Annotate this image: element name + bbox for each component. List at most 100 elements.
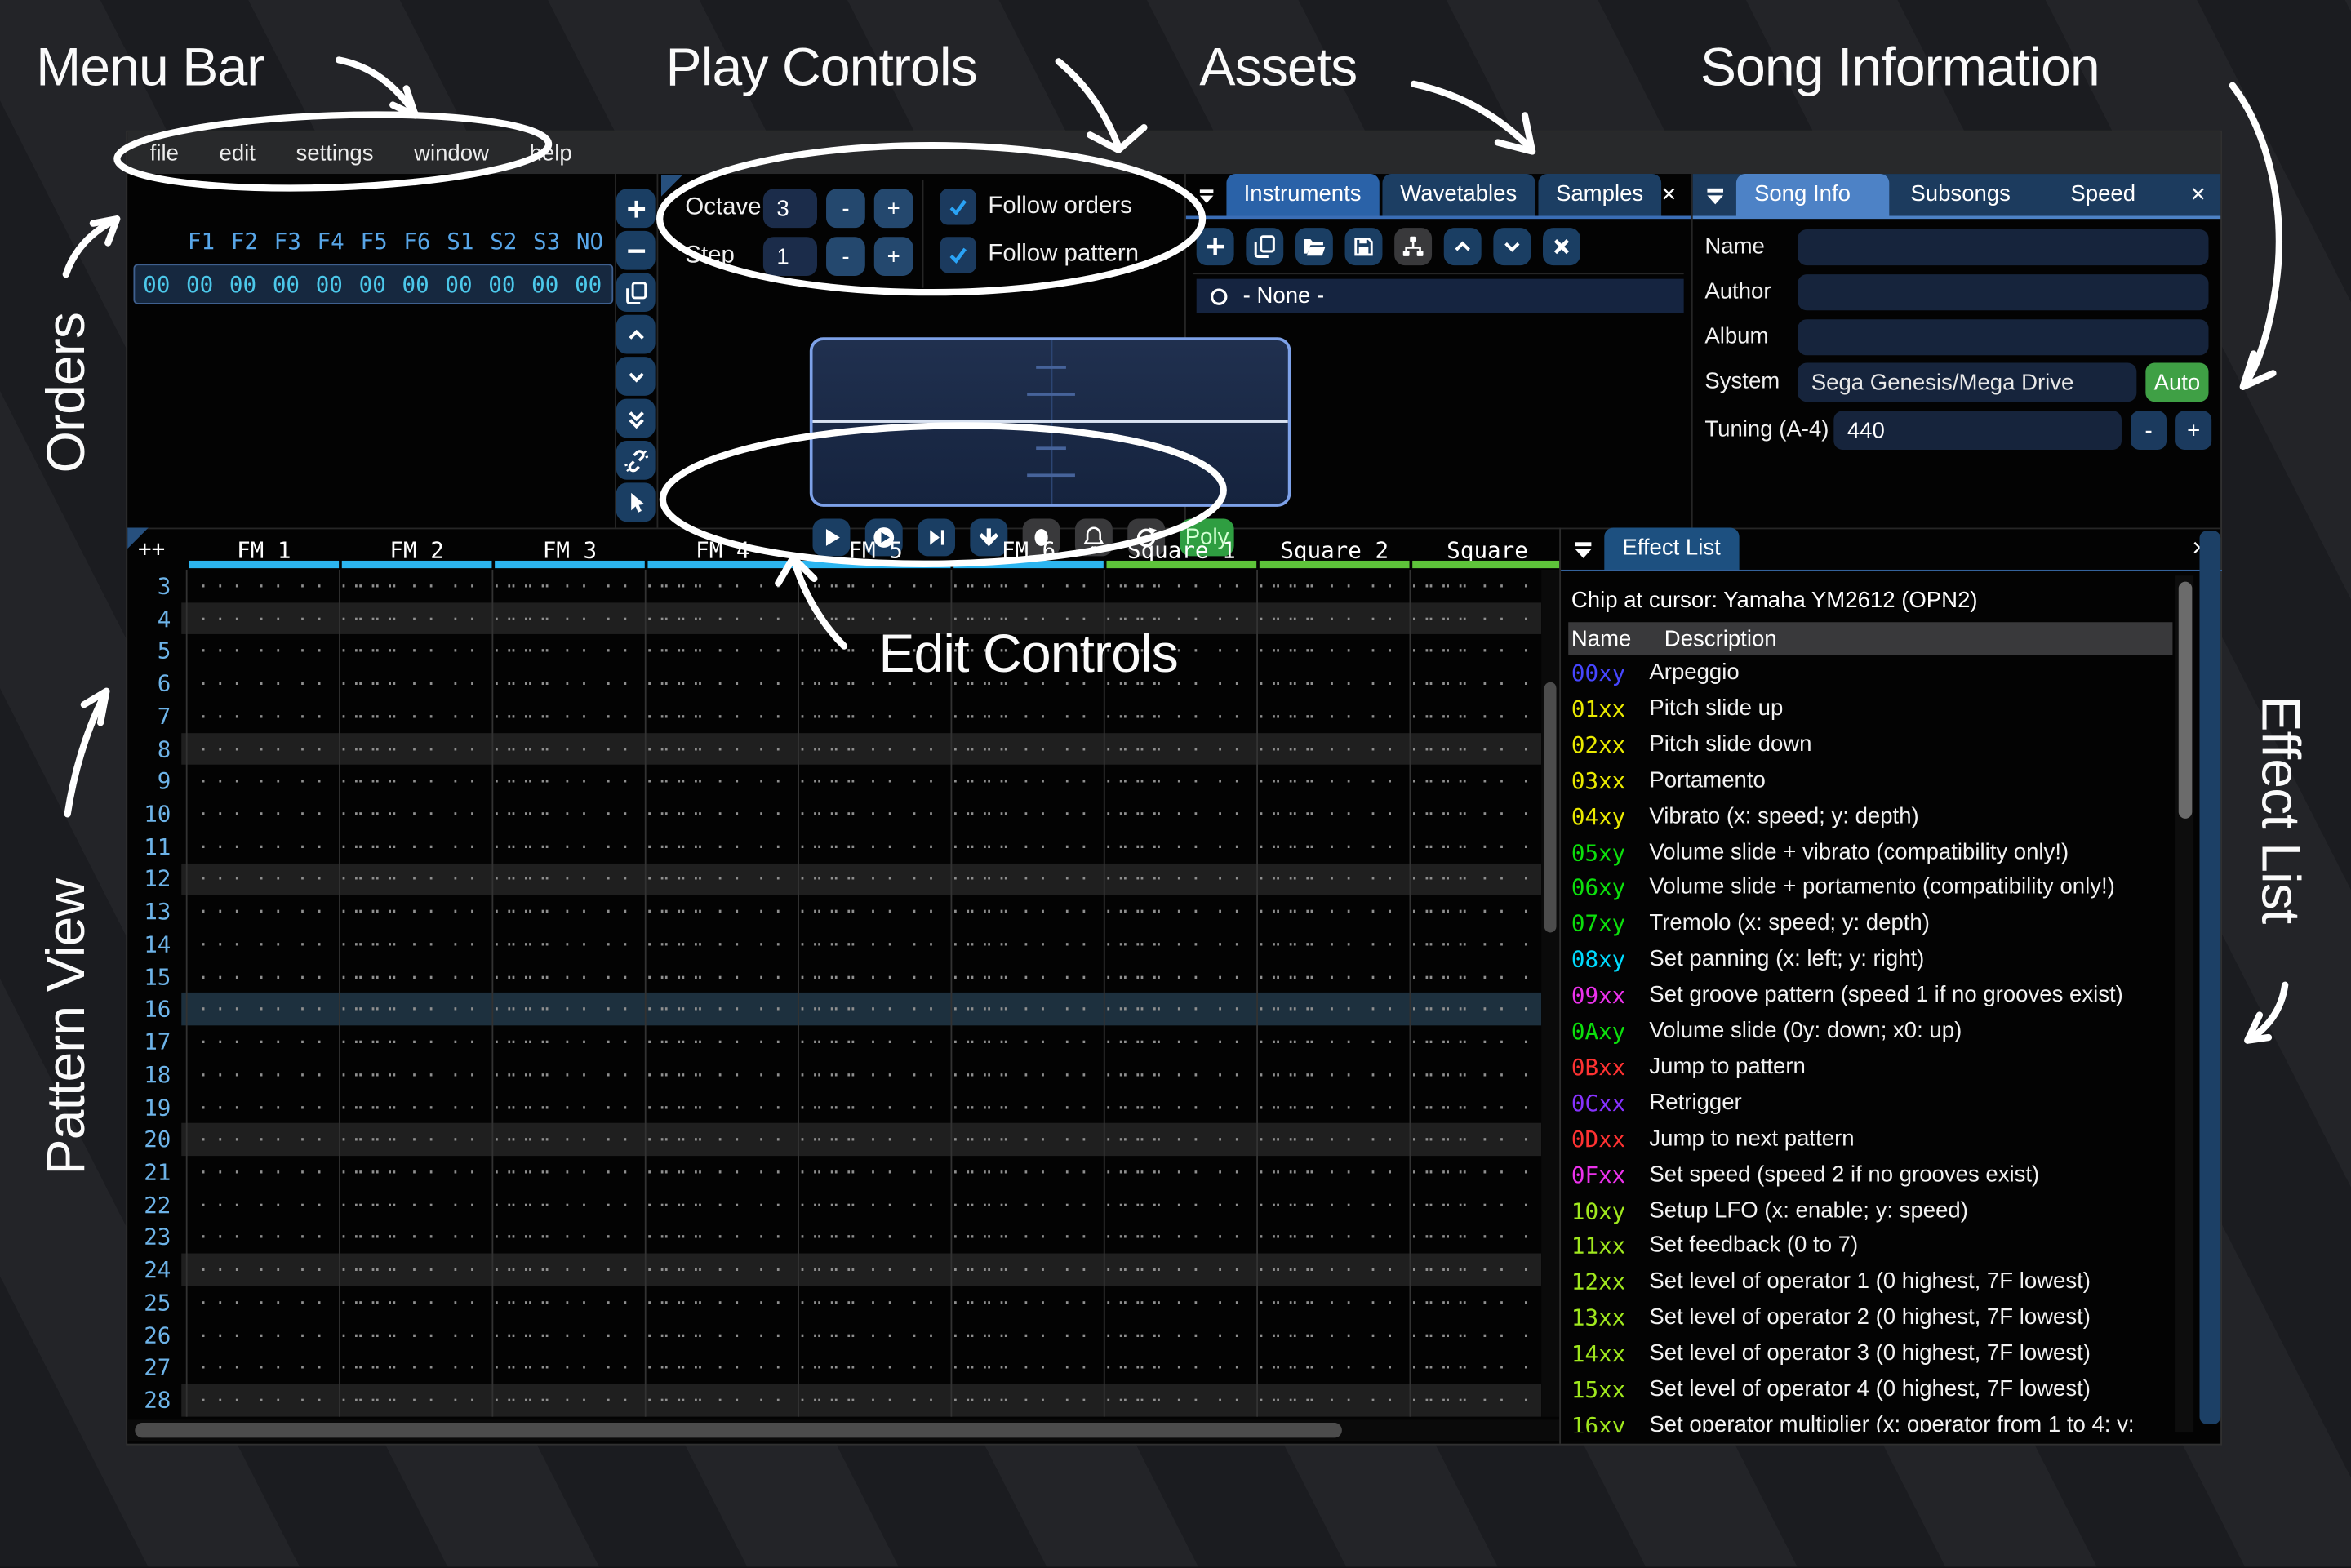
effect-entry[interactable]: 02xxPitch slide down [1571,731,1812,758]
pattern-cell[interactable]: ··········· [1258,570,1411,602]
pattern-cell[interactable]: ··········· [1411,668,1541,700]
pattern-cell[interactable]: ··········· [340,1352,493,1384]
orders-cell[interactable]: 00 [264,271,308,298]
pattern-cell[interactable]: ··········· [188,1254,340,1286]
effect-entry[interactable]: 08xySet panning (x: left; y: right) [1571,946,1924,973]
pattern-cell[interactable]: ··········· [799,570,952,602]
pattern-cell[interactable]: ··········· [188,863,340,895]
save-button[interactable] [1345,228,1383,265]
pattern-cell[interactable]: ··········· [493,1188,646,1221]
add-button[interactable] [1197,228,1234,265]
pattern-cell[interactable]: ··········· [647,570,799,602]
pattern-cell[interactable]: ··········· [493,700,646,733]
pattern-cell[interactable]: ··········· [493,961,646,993]
pattern-cell[interactable]: ··········· [188,1091,340,1124]
effect-entry[interactable]: 0AxyVolume slide (0y: down; x0: up) [1571,1018,1962,1045]
pattern-cell[interactable]: ··········· [340,1286,493,1319]
orders-cell[interactable]: 00 [438,271,481,298]
pattern-cell[interactable]: ··········· [1411,1286,1541,1319]
effect-entry[interactable]: 07xyTremolo (x: speed; y: depth) [1571,910,1930,937]
pattern-cell[interactable]: ··········· [493,1221,646,1254]
pattern-cell[interactable]: ··········· [340,895,493,928]
window-menu-icon[interactable] [1704,184,1727,208]
orders-cell[interactable]: 00 [567,271,610,298]
effect-entry[interactable]: 12xxSet level of operator 1 (0 highest, … [1571,1268,2091,1295]
pattern-cell[interactable]: ··········· [493,895,646,928]
pattern-cell[interactable]: ··········· [188,993,340,1026]
effect-entry[interactable]: 06xyVolume slide + portamento (compatibi… [1571,875,2115,902]
move-down-button[interactable] [1493,228,1531,265]
pattern-cell[interactable]: ··········· [1105,1254,1258,1286]
pattern-cell[interactable]: ··········· [188,1059,340,1091]
pattern-cell[interactable]: ··········· [952,1254,1104,1286]
pattern-cell[interactable]: ··········· [188,797,340,830]
pattern-cell[interactable]: ··········· [1105,1286,1258,1319]
pattern-cell[interactable]: ··········· [1258,1156,1411,1188]
pattern-cell[interactable]: ··········· [799,1319,952,1352]
octave-value[interactable]: 3 [763,189,817,228]
pattern-cell[interactable]: ··········· [340,1156,493,1188]
expand-channels-button[interactable]: ++ [138,535,165,562]
pattern-cell[interactable]: ··········· [952,895,1104,928]
pattern-cell[interactable]: ··········· [647,635,799,668]
pattern-cell[interactable]: ··········· [1258,1352,1411,1384]
pattern-cell[interactable]: ··········· [647,1221,799,1254]
effect-entry[interactable]: 0FxxSet speed (speed 2 if no grooves exi… [1571,1162,2039,1188]
close-icon[interactable]: × [1661,180,1676,210]
pattern-cell[interactable]: ··········· [647,1286,799,1319]
pattern-cell[interactable]: ··········· [340,863,493,895]
pattern-cell[interactable]: ··········· [647,830,799,863]
pattern-cell[interactable]: ··········· [799,1384,952,1417]
pattern-cell[interactable]: ··········· [952,928,1104,961]
channel-volume-bar[interactable] [801,561,951,568]
pattern-cell[interactable]: ··········· [1411,1026,1541,1059]
pattern-cell[interactable]: ··········· [188,1352,340,1384]
pattern-cell[interactable]: ··········· [647,1059,799,1091]
pattern-cell[interactable]: ··········· [1258,602,1411,635]
pattern-cell[interactable]: ··········· [1411,1384,1541,1417]
pattern-cell[interactable]: ··········· [493,830,646,863]
pattern-cell[interactable]: ··········· [1105,1059,1258,1091]
pattern-cell[interactable]: ··········· [1411,1254,1541,1286]
pattern-cell[interactable]: ··········· [799,733,952,766]
pattern-cell[interactable]: ··········· [647,1319,799,1352]
channel-header-fm-5[interactable]: FM 5 [799,537,952,564]
pattern-cell[interactable]: ··········· [952,1188,1104,1221]
pattern-cell[interactable]: ··········· [647,863,799,895]
close-icon[interactable]: × [2191,180,2206,210]
pattern-cell[interactable]: ··········· [340,1254,493,1286]
menu-item-settings[interactable]: settings [296,140,374,166]
pattern-cell[interactable]: ··········· [799,1352,952,1384]
auto-system-button[interactable]: Auto [2145,362,2208,402]
pattern-cell[interactable]: ··········· [1258,928,1411,961]
pattern-cell[interactable]: ··········· [340,1123,493,1156]
pattern-cell[interactable]: ··········· [952,961,1104,993]
pattern-cell[interactable]: ··········· [1258,635,1411,668]
pattern-cell[interactable]: ··········· [188,765,340,797]
pattern-cell[interactable]: ··········· [340,1221,493,1254]
pattern-cell[interactable]: ··········· [647,993,799,1026]
channel-header-fm-1[interactable]: FM 1 [188,537,340,564]
channel-header-square-2[interactable]: Square 2 [1258,537,1411,564]
pattern-cell[interactable]: ··········· [1411,1319,1541,1352]
orders-channel-header[interactable]: S3 [525,228,568,258]
pattern-cell[interactable]: ··········· [1411,797,1541,830]
pattern-cell[interactable]: ··········· [952,1091,1104,1124]
effect-entry[interactable]: 0CxxRetrigger [1571,1090,1742,1117]
pattern-cell[interactable]: ··········· [1258,668,1411,700]
tab-samples[interactable]: Samples [1538,174,1661,215]
pattern-cell[interactable]: ··········· [1258,1384,1411,1417]
pattern-cell[interactable]: ··········· [493,570,646,602]
pattern-cell[interactable]: ··········· [1411,602,1541,635]
pattern-cell[interactable]: ··········· [647,602,799,635]
pattern-cell[interactable]: ··········· [340,668,493,700]
pattern-vscrollbar[interactable] [1541,570,1559,1417]
pattern-cell[interactable]: ··········· [799,830,952,863]
pointer-button[interactable] [616,482,656,522]
channel-header-fm-6[interactable]: FM 6 [952,537,1104,564]
pattern-cell[interactable]: ··········· [1105,765,1258,797]
pattern-cell[interactable]: ··········· [1411,1091,1541,1124]
pattern-cell[interactable]: ··········· [1258,993,1411,1026]
pattern-hscrollbar[interactable] [127,1419,1559,1441]
pattern-cell[interactable]: ··········· [340,1059,493,1091]
